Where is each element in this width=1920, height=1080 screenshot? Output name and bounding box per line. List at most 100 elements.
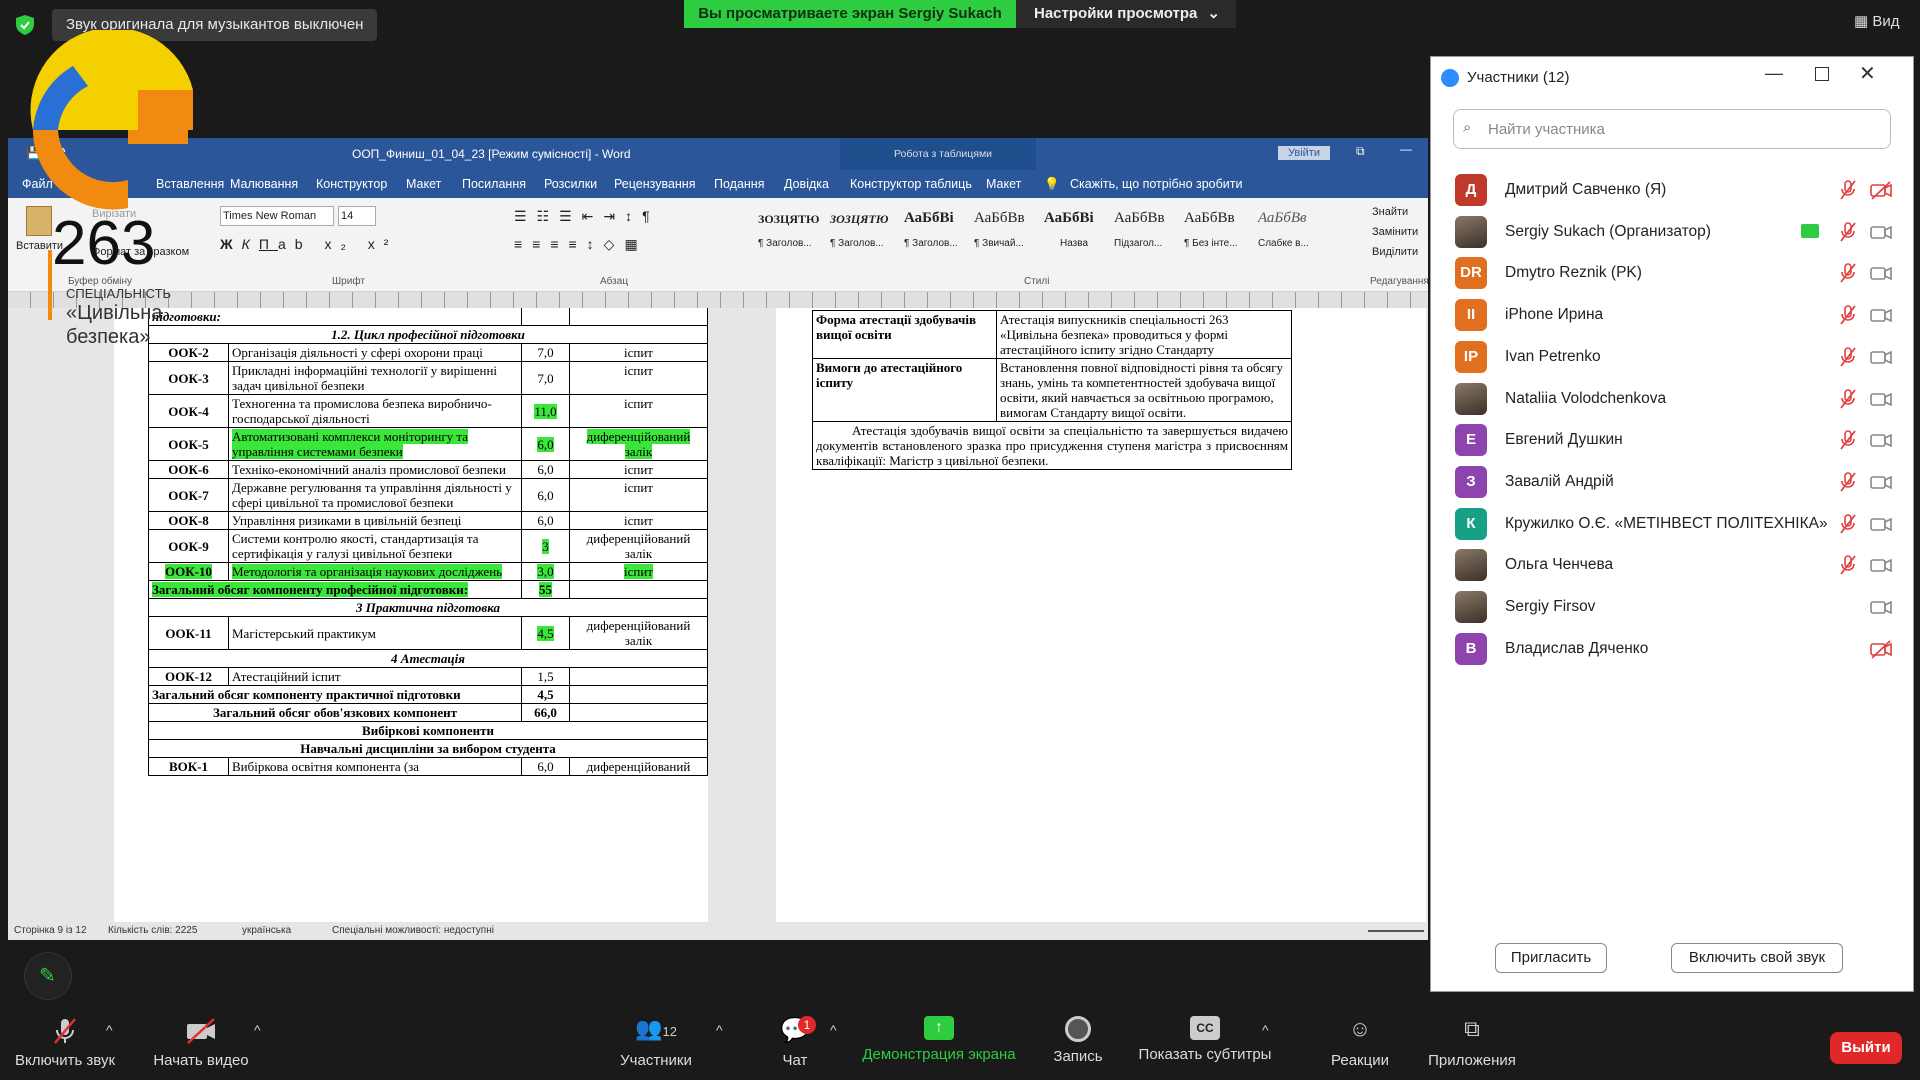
participant-name: Завалій Андрій [1505, 472, 1614, 490]
camera-icon [1870, 267, 1892, 281]
style-sample[interactable]: АаБбВв [1114, 210, 1165, 227]
participants-panel: Участники (12) — ✕ Найти участника ⌕ Д Дм… [1430, 56, 1914, 992]
code-cell: ООК-9 [168, 538, 209, 554]
tab-references[interactable]: Посилання [462, 177, 526, 191]
styles-gallery[interactable]: ЗОЗЦЯТЮ ¶ Заголов... ЗОЗЦЯТЮ ¶ Заголов..… [758, 204, 1330, 262]
avatar [1455, 591, 1487, 623]
view-button[interactable]: ▦ Вид [1854, 12, 1899, 30]
tab-layout[interactable]: Макет [406, 177, 441, 191]
total-value: 4,5 [521, 685, 570, 704]
audio-options-chevron-icon[interactable]: ^ [106, 1022, 113, 1038]
invite-button[interactable]: Пригласить [1495, 943, 1607, 973]
avatar [1455, 382, 1487, 415]
select-button[interactable]: Виділити [1372, 246, 1418, 258]
style-sample[interactable]: ЗОЗЦЯТЮ [830, 212, 888, 227]
replace-button[interactable]: Замінити [1372, 226, 1418, 238]
table-row: ООК-2 Організація діяльності у сфері охор… [148, 343, 708, 362]
tab-table-layout[interactable]: Макет [986, 177, 1021, 191]
zoom-slider[interactable] [1368, 930, 1424, 932]
participants-button[interactable]: 👥12 Участники [612, 1016, 700, 1069]
style-sample[interactable]: АаБбВв [1258, 210, 1307, 227]
camera-icon [1870, 517, 1892, 531]
apps-icon: ⧉ [1464, 1016, 1480, 1041]
style-sample[interactable]: АаБбВі [1044, 210, 1094, 227]
table-row: ООК-3 Прикладні інформаційні технології у… [148, 361, 708, 395]
style-name: Підзагол... [1114, 238, 1163, 249]
mic-muted-icon [1840, 346, 1856, 367]
style-sample[interactable]: АаБбВі [904, 210, 954, 227]
find-button[interactable]: Знайти [1372, 206, 1408, 218]
unmute-label: Включить звук [14, 1052, 116, 1069]
section-heading: Вибіркові компоненти [148, 721, 708, 740]
start-video-button[interactable]: Начать видео [150, 1016, 252, 1069]
total-value: 55 [539, 582, 552, 597]
tab-mailings[interactable]: Розсилки [544, 177, 597, 191]
name-cell: Техногенна та промислова безпека виробни… [232, 396, 492, 426]
code-cell: ООК-11 [148, 616, 229, 650]
chat-chevron-icon[interactable]: ^ [830, 1022, 837, 1038]
word-count[interactable]: Кількість слів: 2225 [108, 925, 197, 936]
camera-icon [1870, 225, 1892, 239]
group-paragraph: Абзац [600, 276, 629, 287]
tell-me-box[interactable]: Скажіть, що потрібно зробити [1070, 177, 1243, 191]
style-sample[interactable]: АаБбВв [1184, 210, 1235, 227]
participant-search-input[interactable]: Найти участника [1453, 109, 1891, 149]
leave-button[interactable]: Выйти [1830, 1032, 1902, 1064]
tab-draw[interactable]: Малювання [230, 177, 298, 191]
apps-button[interactable]: ⧉ Приложения [1422, 1016, 1522, 1069]
tab-help[interactable]: Довідка [784, 177, 829, 191]
reactions-button[interactable]: ☺ Реакции [1328, 1016, 1392, 1069]
language[interactable]: українська [242, 925, 291, 936]
pencil-icon: ✎ [39, 965, 56, 987]
participant-name: iPhone Ирина [1505, 306, 1604, 324]
participants-chevron-icon[interactable]: ^ [716, 1022, 723, 1038]
signin-button[interactable]: Увійти [1278, 146, 1330, 160]
logo-name-line2: безпека» [66, 326, 151, 348]
name-cell: Системи контролю якості, стандартизація … [232, 531, 479, 561]
font-size-select[interactable]: 14 [338, 206, 376, 226]
participant-name: Дмитрий Савченко (Я) [1505, 181, 1667, 198]
video-options-chevron-icon[interactable]: ^ [254, 1022, 261, 1038]
annotate-pencil-button[interactable]: ✎ [24, 952, 72, 1000]
accessibility[interactable]: Спеціальні можливості: недоступні [332, 925, 494, 936]
font-name-select[interactable]: Times New Roman [220, 206, 334, 226]
minimize-icon[interactable]: — [1765, 63, 1783, 84]
close-icon[interactable]: ✕ [1859, 61, 1876, 86]
share-screen-button[interactable]: ↑ Демонстрация экрана [860, 1016, 1018, 1063]
captions-chevron-icon[interactable]: ^ [1262, 1022, 1269, 1038]
tab-table-design[interactable]: Конструктор таблиць [850, 177, 972, 191]
maximize-icon[interactable] [1815, 67, 1829, 81]
smiley-icon: ☺ [1348, 1016, 1372, 1041]
document-page-left[interactable]: підготовки: 1.2. Цикл професійної підгот… [114, 308, 708, 940]
font-format-buttons[interactable]: ЖКПab x₂ x² [220, 236, 397, 252]
paragraph-buttons[interactable]: ☰☷☰⇤⇥↕¶ [514, 208, 660, 225]
tab-view[interactable]: Подання [714, 177, 764, 191]
minimize-icon[interactable]: — [1400, 142, 1412, 156]
code-cell: ООК-7 [168, 487, 209, 503]
style-sample[interactable]: ЗОЗЦЯТЮ [758, 212, 820, 227]
unmute-self-button[interactable]: Включить свой звук [1671, 943, 1843, 973]
tab-design[interactable]: Конструктор [316, 177, 387, 191]
avatar: Д [1455, 174, 1487, 206]
form-cell: іспит [624, 345, 653, 360]
captions-button[interactable]: CC Показать субтитры [1134, 1016, 1276, 1063]
grid-icon: ▦ [1854, 13, 1873, 30]
word-title-bar: 💾 ↶ ООП_Финиш_01_04_23 [Режим сумісності… [8, 138, 1428, 170]
mic-muted-icon [1840, 180, 1856, 200]
page-count[interactable]: Сторінка 9 із 12 [14, 925, 87, 936]
document-page-right[interactable]: Форма атестації здобувачів вищої освіти А… [776, 308, 1426, 940]
unmute-button[interactable]: Включить звук [10, 1016, 120, 1069]
ribbon: Вставити Вирізати Формат за зразком Time… [8, 198, 1428, 292]
ribbon-display-icon[interactable]: ⧉ [1356, 144, 1365, 159]
align-buttons[interactable]: ≡≡≡≡↕◇▦ [514, 236, 648, 253]
avatar: Е [1455, 424, 1487, 457]
form-cell: іспит [624, 363, 653, 378]
participant-row[interactable]: В Владислав Дяченко [1431, 624, 1915, 674]
view-settings-button[interactable]: Настройки просмотра ⌄ [1016, 0, 1236, 28]
style-sample[interactable]: АаБбВв [974, 210, 1025, 227]
horizontal-ruler[interactable] [8, 292, 1428, 308]
tab-review[interactable]: Рецензування [614, 177, 695, 191]
credits-cell: 6,0 [521, 757, 570, 776]
participant-name: Кружилко О.Є. «МЕТІНВЕСТ ПОЛІТЕХНІКА» [1505, 514, 1828, 532]
record-button[interactable]: Запись [1048, 1016, 1108, 1065]
